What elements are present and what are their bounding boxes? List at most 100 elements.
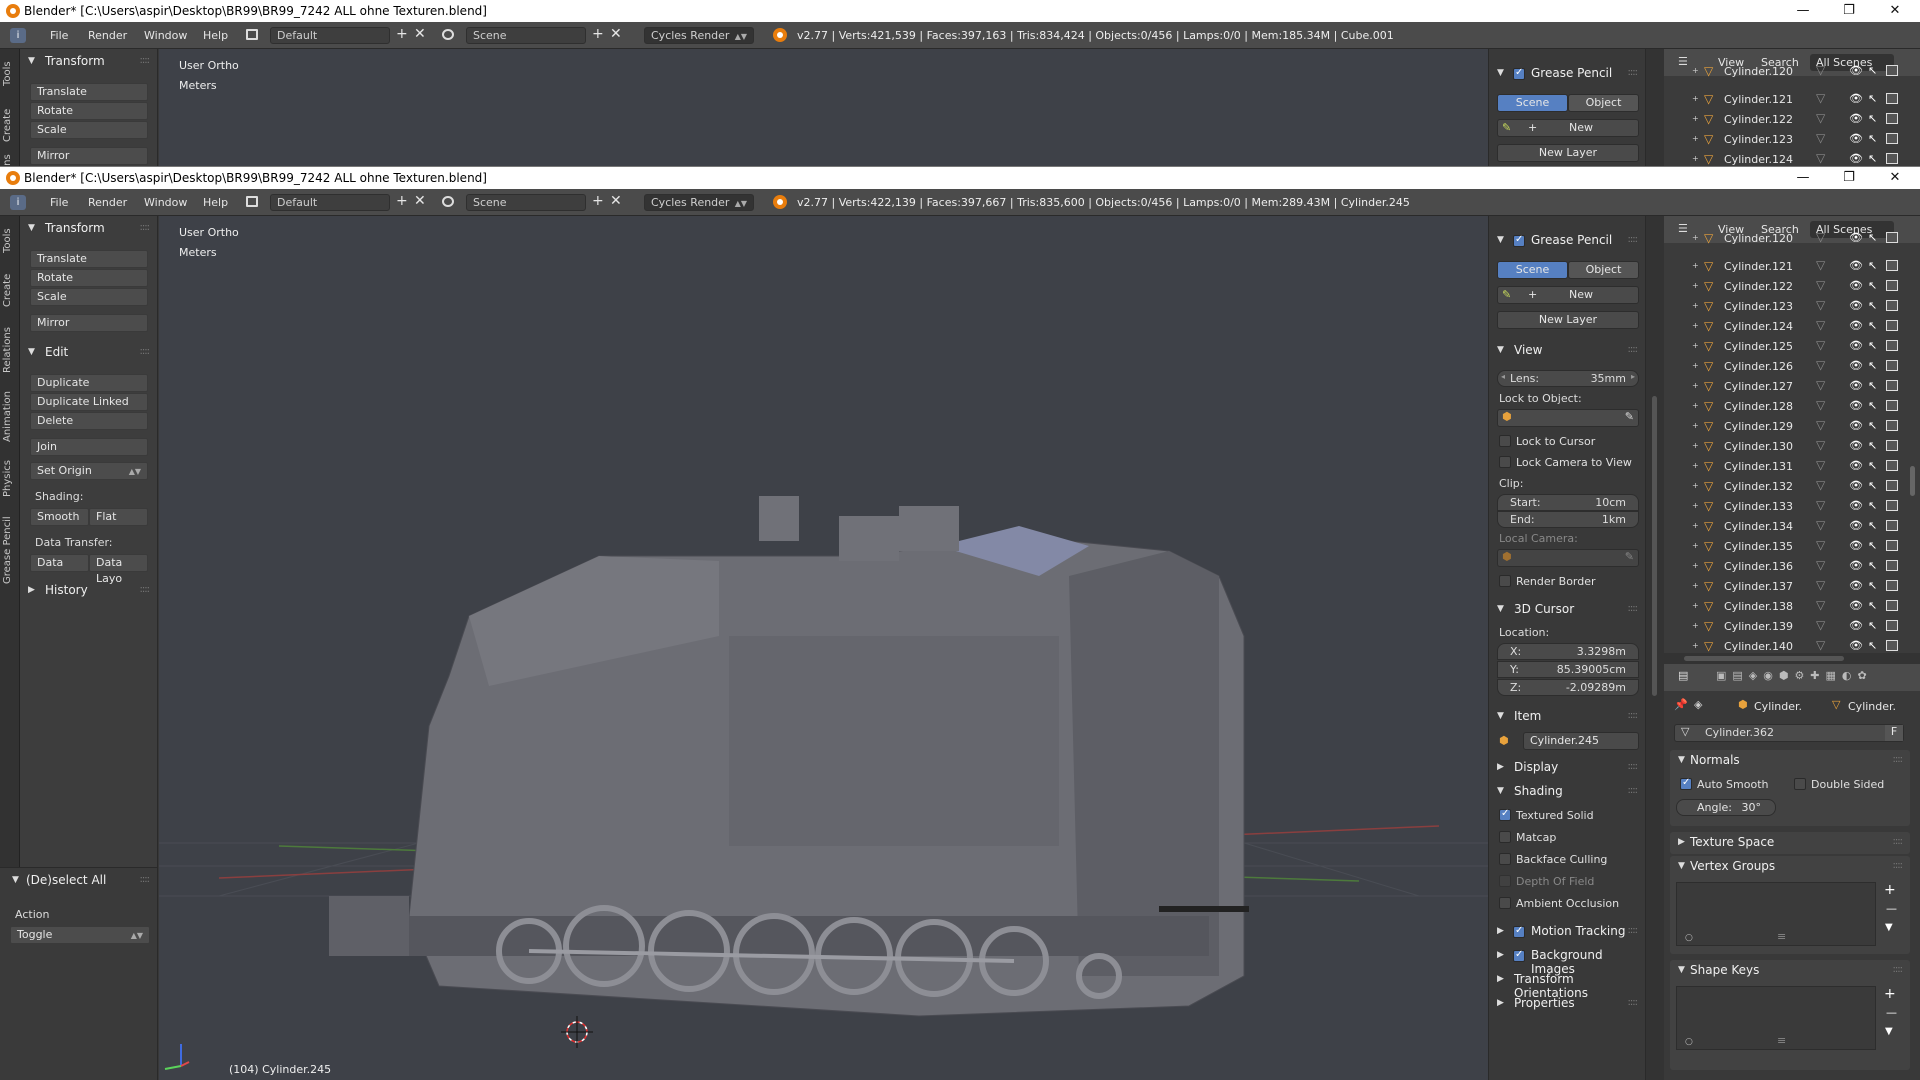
outliner-row[interactable]: + ▽ Cylinder.120 ▽ 👁 ↖ xyxy=(1664,228,1920,248)
expand-arrow-icon[interactable]: + xyxy=(1692,581,1699,590)
grip-icon[interactable]: :::: xyxy=(1628,710,1639,721)
expand-arrow-icon[interactable]: + xyxy=(1692,441,1699,450)
selectable-cursor-icon[interactable]: ↖ xyxy=(1868,319,1877,332)
selectable-cursor-icon[interactable]: ↖ xyxy=(1868,399,1877,412)
add-screen-button[interactable]: + xyxy=(396,194,408,209)
outliner-object-name[interactable]: Cylinder.130 xyxy=(1724,440,1793,453)
clip-end-field[interactable]: End: 1km xyxy=(1497,511,1639,528)
cursor-z-field[interactable]: Z: -2.09289m xyxy=(1497,679,1639,696)
tab-relations[interactable]: ons xyxy=(2,153,18,166)
selectable-cursor-icon[interactable]: ↖ xyxy=(1868,579,1877,592)
item-name-field[interactable]: Cylinder.245 xyxy=(1523,732,1639,750)
close-button[interactable]: ✕ xyxy=(1872,167,1918,189)
grip-icon[interactable]: :::: xyxy=(140,346,151,357)
translate-button[interactable]: Translate xyxy=(30,250,148,268)
grease-pencil-checkbox[interactable] xyxy=(1513,67,1525,80)
scrollbar-thumb[interactable] xyxy=(1652,396,1657,696)
visibility-eye-icon[interactable]: 👁 xyxy=(1849,619,1863,632)
outliner-object-name[interactable]: Cylinder.120 xyxy=(1724,65,1793,78)
outliner-row[interactable]: + ▽ Cylinder.138 ▽ 👁 ↖ xyxy=(1664,596,1920,616)
lock-camera-checkbox[interactable] xyxy=(1499,456,1511,468)
grip-icon[interactable]: :::: xyxy=(1893,836,1904,847)
outliner-row[interactable]: + ▽ Cylinder.129 ▽ 👁 ↖ xyxy=(1664,416,1920,436)
expand-arrow-icon[interactable]: + xyxy=(1692,134,1699,143)
selectable-cursor-icon[interactable]: ↖ xyxy=(1868,519,1877,532)
rotate-button[interactable]: Rotate xyxy=(30,102,148,120)
mesh-datablock-field[interactable]: ▽ Cylinder.362 F xyxy=(1674,724,1904,742)
viewport-3d[interactable]: User Ortho Meters xyxy=(159,216,1488,1080)
ao-checkbox[interactable] xyxy=(1499,897,1511,909)
angle-field[interactable]: Angle: 30° xyxy=(1676,799,1776,816)
menu-render[interactable]: Render xyxy=(88,196,127,209)
grip-icon[interactable]: :::: xyxy=(1628,234,1639,245)
panel-grease-pencil[interactable]: ▼ Grease Pencil:::: xyxy=(1489,63,1645,85)
expand-arrow-icon[interactable]: + xyxy=(1692,401,1699,410)
panel-texture-space-header[interactable]: ▶ Texture Space:::: xyxy=(1670,832,1910,854)
grip-icon[interactable]: :::: xyxy=(1893,860,1904,871)
render-camera-icon[interactable] xyxy=(1886,300,1898,311)
render-camera-icon[interactable] xyxy=(1886,620,1898,631)
outliner-object-name[interactable]: Cylinder.129 xyxy=(1724,420,1793,433)
selectable-cursor-icon[interactable]: ↖ xyxy=(1868,359,1877,372)
visibility-eye-icon[interactable]: 👁 xyxy=(1849,399,1863,412)
shape-key-specials-icon[interactable]: ▼ xyxy=(1885,1026,1893,1037)
flat-button[interactable]: Flat xyxy=(89,508,148,526)
outliner-row[interactable]: + ▽ Cylinder.127 ▽ 👁 ↖ xyxy=(1664,376,1920,396)
grip-icon[interactable]: :::: xyxy=(140,584,151,595)
render-camera-icon[interactable] xyxy=(1886,420,1898,431)
expand-arrow-icon[interactable]: + xyxy=(1692,521,1699,530)
scene-icon[interactable] xyxy=(442,196,454,207)
render-camera-icon[interactable] xyxy=(1886,153,1898,164)
render-camera-icon[interactable] xyxy=(1886,360,1898,371)
screen-layout-select[interactable]: Default xyxy=(270,27,390,44)
panel-3d-cursor[interactable]: ▼ 3D Cursor:::: xyxy=(1489,599,1645,621)
expand-arrow-icon[interactable]: + xyxy=(1692,621,1699,630)
outliner-row[interactable]: + ▽ Cylinder.124 ▽ 👁 ↖ xyxy=(1664,316,1920,336)
duplicate-linked-button[interactable]: Duplicate Linked xyxy=(30,393,148,411)
expand-arrow-icon[interactable]: + xyxy=(1692,341,1699,350)
cursor-x-field[interactable]: X: 3.3298m xyxy=(1497,643,1639,660)
grip-icon[interactable]: :::: xyxy=(1628,997,1639,1008)
selectable-cursor-icon[interactable]: ↖ xyxy=(1868,499,1877,512)
render-camera-icon[interactable] xyxy=(1886,520,1898,531)
gp-object-button[interactable]: Object xyxy=(1568,261,1639,279)
add-scene-button[interactable]: + xyxy=(592,194,604,209)
eyedropper-icon[interactable]: ✎ xyxy=(1625,550,1634,563)
visibility-eye-icon[interactable]: 👁 xyxy=(1849,539,1863,552)
menu-render[interactable]: Render xyxy=(88,29,127,42)
outliner-object-name[interactable]: Cylinder.125 xyxy=(1724,340,1793,353)
menu-help[interactable]: Help xyxy=(203,29,228,42)
remove-vertex-group-button[interactable]: — xyxy=(1886,902,1897,915)
outliner-row[interactable]: + ▽ Cylinder.137 ▽ 👁 ↖ xyxy=(1664,576,1920,596)
tab-animation[interactable]: Animation xyxy=(2,386,18,448)
outliner-object-name[interactable]: Cylinder.120 xyxy=(1724,232,1793,245)
minimize-button[interactable]: — xyxy=(1780,0,1826,22)
visibility-eye-icon[interactable]: 👁 xyxy=(1849,459,1863,472)
panel-shading[interactable]: ▼ Shading:::: xyxy=(1489,781,1645,803)
outliner-object-name[interactable]: Cylinder.122 xyxy=(1724,280,1793,293)
outliner-object-name[interactable]: Cylinder.131 xyxy=(1724,460,1793,473)
outliner-object-name[interactable]: Cylinder.137 xyxy=(1724,580,1793,593)
gp-new-button[interactable]: ✎ + New xyxy=(1497,119,1639,137)
render-border-checkbox[interactable] xyxy=(1499,575,1511,587)
expand-arrow-icon[interactable]: + xyxy=(1692,154,1699,163)
render-camera-icon[interactable] xyxy=(1886,480,1898,491)
expand-arrow-icon[interactable]: + xyxy=(1692,381,1699,390)
selectable-cursor-icon[interactable]: ↖ xyxy=(1868,419,1877,432)
mirror-button[interactable]: Mirror xyxy=(30,314,148,332)
outliner-row[interactable]: + ▽ Cylinder.121 ▽ 👁 ↖ xyxy=(1664,256,1920,276)
list-filter-icon[interactable]: ○ xyxy=(1685,1037,1693,1047)
add-shape-key-button[interactable]: + xyxy=(1884,986,1896,1002)
remove-scene-button[interactable]: ✕ xyxy=(610,27,622,42)
render-camera-icon[interactable] xyxy=(1886,280,1898,291)
render-camera-icon[interactable] xyxy=(1886,400,1898,411)
render-engine-select[interactable]: Cycles Render ▲▼ xyxy=(644,27,754,44)
add-screen-button[interactable]: + xyxy=(396,27,408,42)
gp-scene-button[interactable]: Scene xyxy=(1497,261,1568,279)
outliner-hscroll-thumb[interactable] xyxy=(1684,656,1844,661)
close-button[interactable]: ✕ xyxy=(1872,0,1918,22)
selectable-cursor-icon[interactable]: ↖ xyxy=(1868,231,1877,244)
outliner-object-name[interactable]: Cylinder.139 xyxy=(1724,620,1793,633)
delete-button[interactable]: Delete xyxy=(30,412,148,430)
outliner-row[interactable]: + ▽ Cylinder.139 ▽ 👁 ↖ xyxy=(1664,616,1920,636)
